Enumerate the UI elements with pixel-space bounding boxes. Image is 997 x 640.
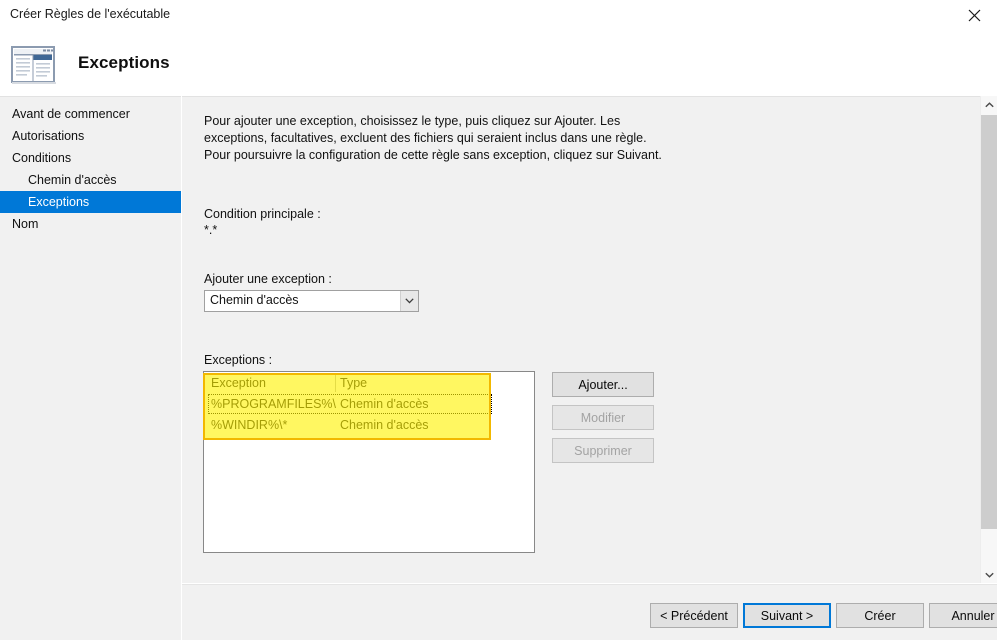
- window-title: Créer Règles de l'exécutable: [10, 7, 171, 21]
- create-button[interactable]: Créer: [836, 603, 924, 628]
- sidebar-item-exceptions[interactable]: Exceptions: [0, 191, 181, 213]
- primary-condition-label: Condition principale :: [204, 207, 321, 221]
- column-header-type: Type: [340, 376, 368, 390]
- exception-type-value: Chemin d'accès: [210, 293, 299, 307]
- sidebar-item-label: Exceptions: [28, 195, 90, 209]
- next-button[interactable]: Suivant >: [743, 603, 831, 628]
- sidebar-item-label: Avant de commencer: [12, 107, 130, 121]
- exceptions-label: Exceptions :: [204, 353, 273, 367]
- sidebar-item-label: Chemin d'accès: [28, 173, 117, 187]
- previous-button[interactable]: < Précédent: [650, 603, 738, 628]
- cancel-button[interactable]: Annuler: [929, 603, 997, 628]
- delete-exception-button: Supprimer: [552, 438, 654, 463]
- chevron-down-icon[interactable]: [400, 291, 418, 311]
- page-header: Exceptions: [0, 30, 997, 95]
- sidebar-item-label: Nom: [12, 217, 39, 231]
- page-title: Exceptions: [78, 53, 170, 72]
- sidebar-item-avant-de-commencer[interactable]: Avant de commencer: [0, 103, 181, 125]
- cell-exception: %PROGRAMFILES%\*: [211, 397, 336, 411]
- wizard-footer: < Précédent Suivant > Créer Annuler: [182, 584, 997, 640]
- content-scrollbar[interactable]: [980, 96, 997, 583]
- wizard-page-icon: [10, 44, 58, 86]
- sidebar-item-label: Conditions: [12, 151, 72, 165]
- add-exception-button[interactable]: Ajouter...: [552, 372, 654, 397]
- sidebar-item-conditions[interactable]: Conditions: [0, 147, 181, 169]
- wizard-window: Créer Règles de l'exécutable Exceptions …: [0, 0, 997, 640]
- table-header-row: Exception Type: [204, 372, 534, 394]
- sidebar-item-chemin-dacces[interactable]: Chemin d'accès: [0, 169, 181, 191]
- sidebar-item-nom[interactable]: Nom: [0, 213, 181, 235]
- column-divider: [335, 374, 336, 392]
- table-row[interactable]: %PROGRAMFILES%\* Chemin d'accès: [204, 394, 534, 415]
- sidebar-item-label: Autorisations: [12, 129, 85, 143]
- add-exception-label: Ajouter une exception :: [204, 272, 332, 286]
- cell-type: Chemin d'accès: [340, 418, 429, 432]
- page-description: Pour ajouter une exception, choisissez l…: [204, 114, 662, 162]
- chevron-up-icon[interactable]: [981, 96, 997, 113]
- cell-exception: %WINDIR%\*: [211, 418, 288, 432]
- title-bar: Créer Règles de l'exécutable: [0, 0, 997, 30]
- sidebar-item-autorisations[interactable]: Autorisations: [0, 125, 181, 147]
- wizard-sidebar: Avant de commencer Autorisations Conditi…: [0, 96, 181, 640]
- exceptions-list[interactable]: Exception Type %PROGRAMFILES%\* Chemin d…: [203, 371, 535, 553]
- chevron-down-icon[interactable]: [981, 566, 997, 583]
- exceptions-grid: Exception Type %PROGRAMFILES%\* Chemin d…: [204, 372, 534, 436]
- primary-condition-value: *.*: [204, 223, 218, 237]
- cell-type: Chemin d'accès: [340, 397, 429, 411]
- column-header-exception: Exception: [211, 376, 266, 390]
- exception-type-select[interactable]: Chemin d'accès: [204, 290, 419, 312]
- close-icon[interactable]: [951, 0, 997, 30]
- table-row[interactable]: %WINDIR%\* Chemin d'accès: [204, 415, 534, 436]
- content-panel: Pour ajouter une exception, choisissez l…: [182, 96, 997, 583]
- scrollbar-thumb[interactable]: [981, 115, 997, 529]
- modify-exception-button: Modifier: [552, 405, 654, 430]
